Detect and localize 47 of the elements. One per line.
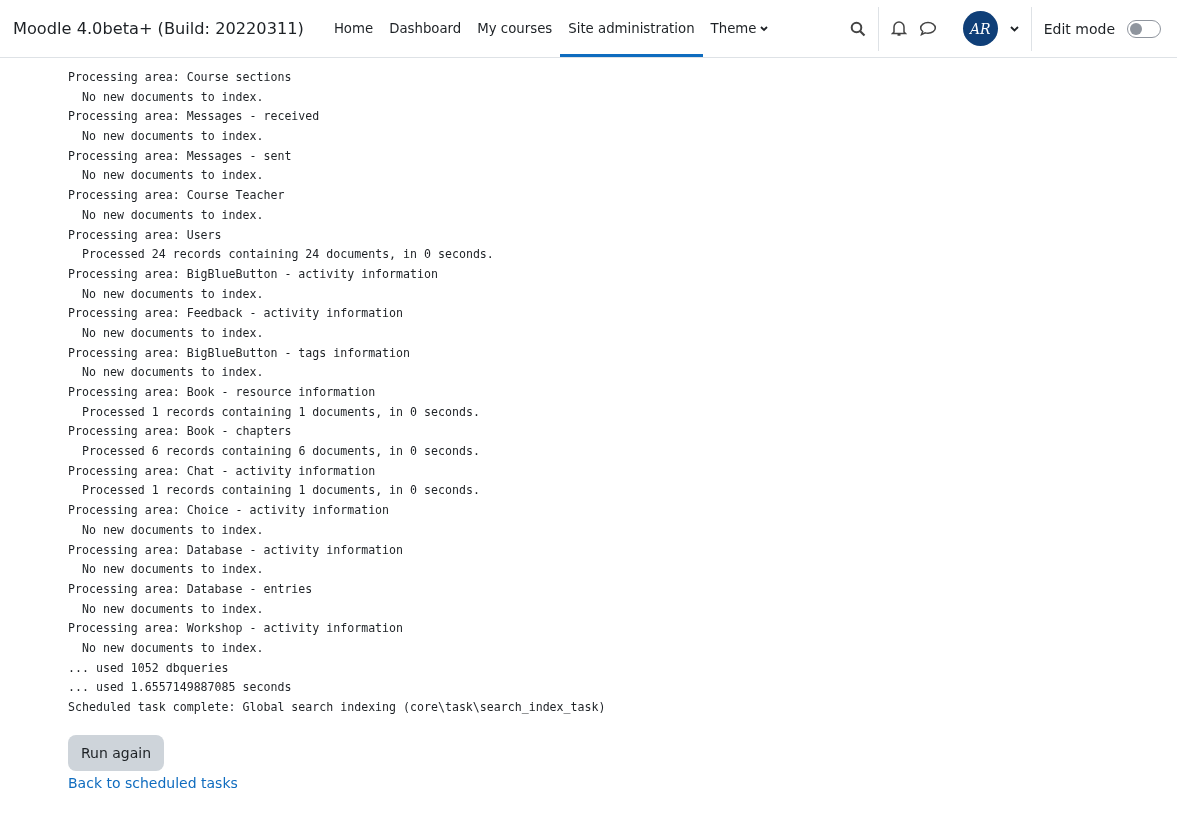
- log-line: No new documents to index.: [81, 561, 265, 579]
- log-line: Processed 6 records containing 6 documents, in 0 seconds.: [81, 443, 481, 461]
- log-line: Scheduled task complete: Global search indexing (core\task\search_index_task): [68, 699, 607, 716]
- log-line: Processing area: Feedback - activity information: [68, 305, 405, 323]
- log-line: No new documents to index.: [81, 167, 265, 185]
- log-line: Processing area: Course sections: [68, 69, 293, 86]
- log-line: Processing area: Database - activity information: [68, 541, 405, 559]
- log-line: Processing area: Chat - activity information: [68, 462, 377, 480]
- run-again-button[interactable]: Run again: [68, 734, 165, 771]
- log-line: Processed 1 records containing 1 documents, in 0 seconds.: [81, 482, 481, 500]
- log-line: No new documents to index.: [81, 639, 265, 657]
- nav-tab[interactable]: My courses: [469, 0, 561, 57]
- log-line: Processing area: Book - chapters: [68, 423, 293, 441]
- log-line: Processing area: Book - resource information: [68, 384, 377, 401]
- log-line: No new documents to index.: [81, 206, 265, 224]
- log-line: No new documents to index.: [81, 521, 265, 539]
- edit-mode-label: Edit mode: [1043, 20, 1115, 37]
- log-line: No new documents to index.: [81, 285, 265, 303]
- nav-tab[interactable]: Home: [325, 0, 382, 57]
- bell-icon[interactable]: [890, 20, 907, 37]
- log-line: No new documents to index.: [81, 600, 265, 618]
- log-line: No new documents to index.: [81, 88, 265, 106]
- log-line: ... used 1052 dbqueries: [68, 659, 230, 677]
- log-line: No new documents to index.: [81, 128, 265, 146]
- log-line: ... used 1.6557149887085 seconds: [68, 679, 293, 697]
- chat-bubble-icon[interactable]: [918, 21, 937, 36]
- log-line: Processing area: Choice - activity information: [68, 502, 391, 520]
- log-line: Processing area: BigBlueButton - activity information: [68, 265, 439, 283]
- log-line: Processing area: BigBlueButton - tags information: [68, 344, 412, 362]
- log-line: No new documents to index.: [81, 364, 265, 382]
- log-line: Processed 1 records containing 1 documents, in 0 seconds.: [81, 403, 481, 421]
- nav-tab[interactable]: Theme: [702, 0, 777, 57]
- site-name[interactable]: Moodle 4.0beta+ (Build: 20220311): [13, 19, 304, 38]
- log-line: Processing area: Messages - received: [68, 108, 321, 126]
- log-line: Processed 24 records containing 24 documents, in 0 seconds.: [81, 246, 495, 264]
- log-line: Processing area: Course Teacher: [68, 187, 286, 205]
- log-line: Processing area: Database - entries: [68, 580, 314, 598]
- nav-tab[interactable]: Site administration: [560, 0, 703, 57]
- log-line: Processing area: Workshop - activity information: [68, 620, 405, 638]
- back-link[interactable]: Back to scheduled tasks: [68, 774, 238, 791]
- caret-icon[interactable]: [1009, 25, 1019, 32]
- nav-tab[interactable]: Dashboard: [381, 0, 470, 57]
- log-line: No new documents to index.: [81, 324, 265, 342]
- log-line: Processing area: Users: [68, 226, 223, 244]
- log-line: Processing area: Messages - sent: [68, 147, 293, 165]
- user-avatar[interactable]: AR: [962, 11, 998, 46]
- search-icon[interactable]: [849, 20, 866, 37]
